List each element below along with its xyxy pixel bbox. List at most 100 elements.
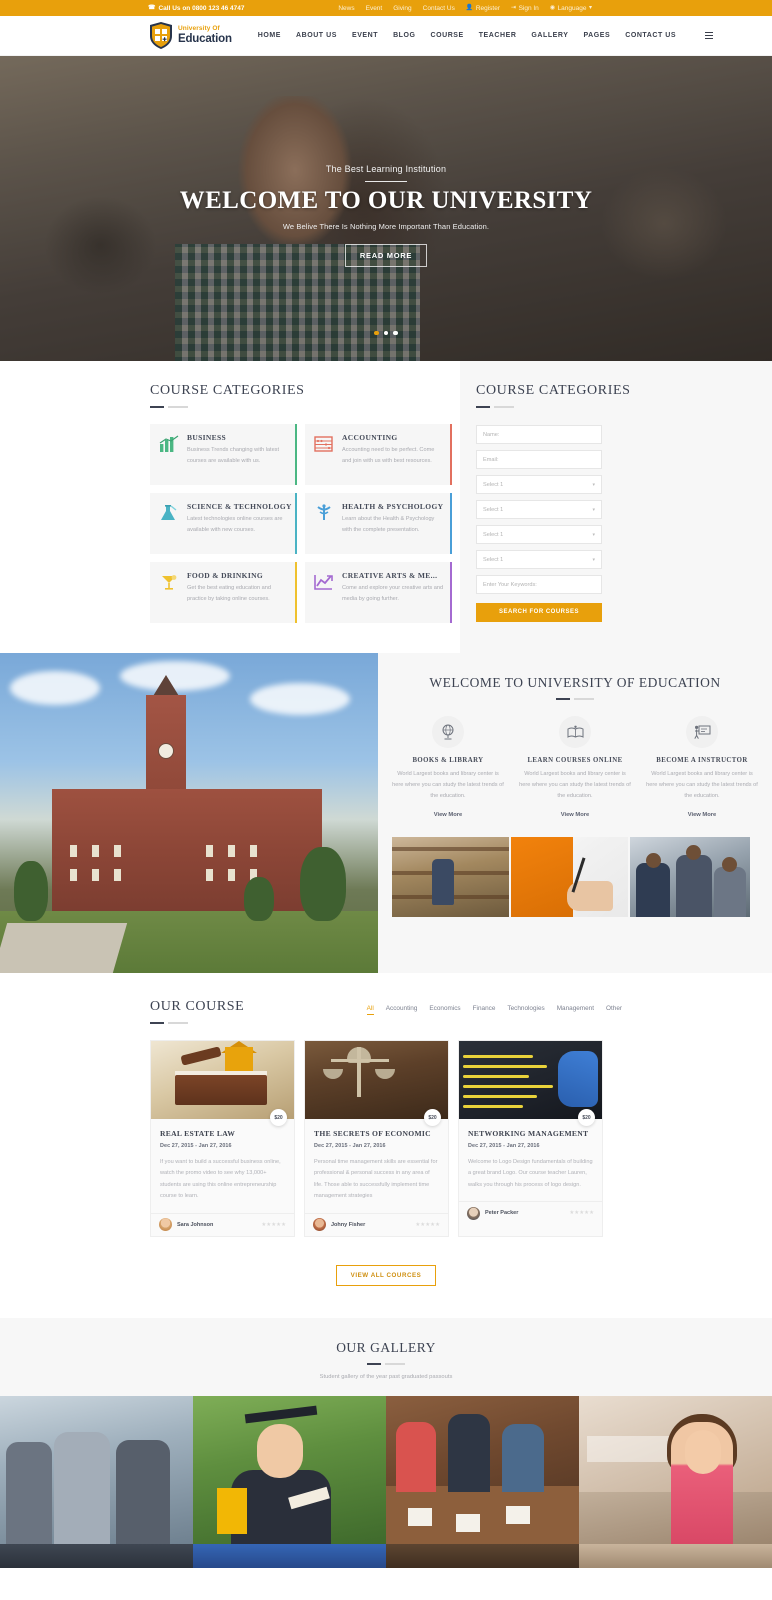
avatar (467, 1206, 480, 1220)
nav-item-blog[interactable]: BLOG (393, 32, 415, 39)
chevron-down-icon: ▾ (588, 5, 592, 11)
gallery-tile-next-4[interactable] (579, 1543, 772, 1568)
top-link-contact-us[interactable]: Contact Us (423, 5, 455, 12)
filter-tab-technologies[interactable]: Technologies (507, 1005, 544, 1015)
graduate-with-diploma-image[interactable] (193, 1395, 386, 1544)
hero-content: The Best Learning Institution WELCOME TO… (0, 56, 772, 361)
our-course-title: OUR COURSE (150, 999, 245, 1014)
nav-item-event[interactable]: EVENT (352, 32, 378, 39)
filter-tab-accounting[interactable]: Accounting (386, 1005, 418, 1015)
page-root: ☎ Call Us on 0800 123 46 4747 News Event… (0, 0, 772, 1568)
category-select-1[interactable]: Select 1 ▾ (476, 475, 602, 494)
course-rating-stars[interactable]: ★★★★★ (415, 1222, 440, 1228)
nav-item-about-us[interactable]: ABOUT US (296, 32, 337, 39)
category-card-business[interactable]: BUSINESS Business Trends changing with l… (150, 424, 297, 485)
nav-item-contact-us[interactable]: CONTACT US (625, 32, 676, 39)
category-card-science-technology[interactable]: SCIENCE & TECHNOLOGY Latest technologies… (150, 493, 297, 554)
feature-view-more-link[interactable]: View More (561, 812, 590, 818)
category-select-4[interactable]: Select 1 ▾ (476, 550, 602, 569)
course-card[interactable]: $20 THE SECRETS OF ECONOMIC Dec 27, 2015… (304, 1040, 449, 1237)
avatar (159, 1218, 172, 1232)
welcome-title: WELCOME TO UNIVERSITY OF EDUCATION (429, 675, 721, 690)
category-card-accounting[interactable]: ACCOUNTING Accounting need to be perfect… (305, 424, 452, 485)
hamburger-icon[interactable] (705, 32, 714, 39)
feature-title: BOOKS & LIBRARY (412, 757, 484, 764)
email-field[interactable]: Email: (476, 450, 602, 469)
nav-item-pages[interactable]: PAGES (583, 32, 610, 39)
top-link-news[interactable]: News (338, 5, 354, 12)
writing-hand-photo[interactable] (511, 836, 628, 917)
logo-wordmark: University Of Education (178, 25, 232, 45)
name-field[interactable]: Name: (476, 425, 602, 444)
feature-view-more-link[interactable]: View More (688, 812, 717, 818)
logo-line-1: University Of (178, 25, 220, 32)
feature-view-more-link[interactable]: View More (434, 812, 463, 818)
globe-stand-icon (432, 716, 464, 748)
category-desc: Come and explore your creative arts and … (342, 585, 444, 602)
category-name: HEALTH & PSYCHOLOGY (342, 502, 444, 511)
phone-contact[interactable]: ☎ Call Us on 0800 123 46 4747 (148, 5, 245, 12)
category-card-food-drinking[interactable]: FOOD & DRINKING Get the best eating educ… (150, 562, 297, 623)
hero-read-more-button[interactable]: READ MORE (344, 244, 428, 267)
slider-dot-3[interactable] (393, 330, 398, 335)
course-desc: If you want to build a successful busine… (160, 1159, 281, 1200)
avatar (313, 1218, 326, 1232)
feature-desc: World Largest books and library center i… (519, 771, 631, 800)
top-link-giving[interactable]: Giving (393, 5, 411, 12)
gallery-subtitle: Student gallery of the year past graduat… (319, 1373, 453, 1380)
course-card-body: REAL ESTATE LAW Dec 27, 2015 - Jan 27, 2… (151, 1119, 294, 1213)
slider-dot-2[interactable] (383, 330, 389, 335)
course-card-footer: Peter Packer ★★★★★ (459, 1201, 602, 1224)
feature-desc: World Largest books and library center i… (392, 771, 504, 800)
filter-tab-all[interactable]: All (366, 1005, 374, 1015)
course-card[interactable]: $20 NETWORKING MANAGEMENT Dec 27, 2015 -… (458, 1040, 603, 1237)
view-all-courses-button[interactable]: VIEW ALL COURCES (335, 1264, 437, 1286)
course-price-badge: $20 (424, 1109, 441, 1126)
filter-tab-management[interactable]: Management (557, 1005, 594, 1015)
classroom-photo[interactable] (630, 836, 750, 917)
library-photo[interactable] (392, 836, 509, 917)
site-logo[interactable]: University Of Education (148, 21, 232, 50)
course-title: THE SECRETS OF ECONOMIC (314, 1129, 431, 1138)
filter-tab-other[interactable]: Other (606, 1005, 622, 1015)
course-rating-stars[interactable]: ★★★★★ (569, 1210, 594, 1216)
caduceus-icon (314, 502, 336, 554)
course-card-body: NETWORKING MANAGEMENT Dec 27, 2015 - Jan… (459, 1119, 602, 1201)
category-card-creative-arts-media[interactable]: CREATIVE ARTS & ME... Come and explore y… (305, 562, 452, 623)
filter-tab-economics[interactable]: Economics (429, 1005, 460, 1015)
gallery-tile-next-2[interactable] (193, 1543, 386, 1568)
section-divider (150, 406, 460, 408)
flask-icon (159, 502, 181, 554)
globe-icon: ◉ (549, 5, 556, 11)
nav-item-gallery[interactable]: GALLERY (531, 32, 568, 39)
top-link-register[interactable]: 👤 Register (466, 5, 500, 12)
top-link-event[interactable]: Event (366, 5, 383, 12)
student-with-backpack-image[interactable] (579, 1395, 772, 1544)
top-links: News Event Giving Contact Us 👤 Register … (338, 5, 592, 12)
gallery-tile-next-1[interactable] (0, 1543, 193, 1568)
category-select-2[interactable]: Select 1 ▾ (476, 500, 602, 519)
category-desc: Latest technologies online courses are a… (187, 516, 283, 533)
course-card[interactable]: $20 REAL ESTATE LAW Dec 27, 2015 - Jan 2… (150, 1040, 295, 1237)
gallery-tile-next-3[interactable] (386, 1543, 579, 1568)
category-select-3[interactable]: Select 1 ▾ (476, 525, 602, 544)
top-link-language[interactable]: ◉ Language ▾ (550, 5, 592, 12)
top-link-sign-in[interactable]: ⇥ Sign In (511, 5, 539, 12)
nav-item-course[interactable]: COURSE (430, 32, 463, 39)
law-book-gavel-image (151, 1041, 294, 1119)
course-rating-stars[interactable]: ★★★★★ (261, 1222, 286, 1228)
nav-item-teacher[interactable]: TEACHER (479, 32, 517, 39)
category-accent-bar (449, 493, 452, 554)
keywords-field[interactable]: Enter Your Keywords: (476, 575, 602, 594)
category-name: CREATIVE ARTS & ME... (342, 571, 438, 580)
feature-learn-courses-online: LEARN COURSES ONLINE World Largest books… (519, 716, 631, 821)
category-card-health-psychology[interactable]: HEALTH & PSYCHOLOGY Learn about the Heal… (305, 493, 452, 554)
study-group-table-image[interactable] (386, 1395, 579, 1544)
chevron-down-icon: ▾ (592, 531, 595, 538)
view-all-wrapper: VIEW ALL COURCES (150, 1237, 622, 1318)
filter-tab-finance[interactable]: Finance (473, 1005, 496, 1015)
students-walking-image[interactable] (0, 1395, 193, 1544)
nav-item-home[interactable]: HOME (258, 32, 281, 39)
search-for-courses-button[interactable]: SEARCH FOR COURSES (476, 602, 602, 622)
slider-dot-1[interactable] (374, 330, 379, 335)
